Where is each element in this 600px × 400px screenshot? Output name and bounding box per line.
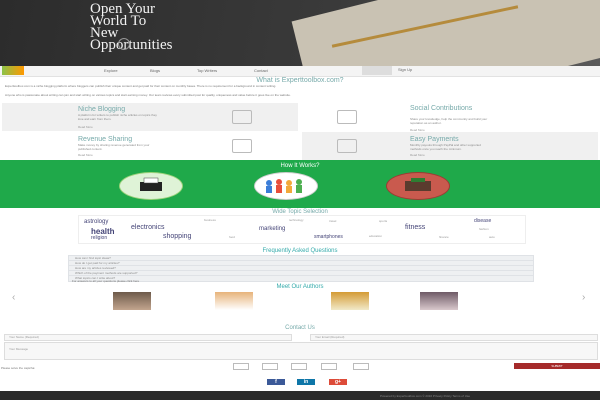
captcha-label: Please solve the captcha: <box>1 366 36 370</box>
step-earn-illustration <box>386 172 450 200</box>
feature-desc-payments: Monthly payouts through PayPal and other… <box>410 143 481 151</box>
login-box[interactable] <box>362 66 392 75</box>
feature-title-payments: Easy Payments <box>410 136 459 143</box>
tag-auto[interactable]: auto <box>489 235 495 239</box>
typewriter-icon <box>140 177 162 191</box>
tag-technology[interactable]: technology <box>289 218 304 222</box>
tag-disease[interactable]: disease <box>474 218 491 224</box>
email-placeholder: Your Email (Required) <box>315 335 345 339</box>
footer <box>0 391 600 400</box>
signup-link[interactable]: Sign Up <box>398 67 412 72</box>
tag-business[interactable]: business <box>204 218 216 222</box>
feature-title-niche: Niche Blogging <box>78 106 126 113</box>
facebook-icon[interactable]: f <box>267 379 285 385</box>
name-field[interactable]: Your Name (Required) <box>4 334 292 341</box>
faq-title: Frequently Asked Questions <box>262 248 338 254</box>
nav-item-explore[interactable]: Explore <box>104 68 118 73</box>
about-paragraph-2: Anyone who is passionate about writing c… <box>5 93 291 97</box>
about-title: What is Experttoolbox.com? <box>256 77 344 84</box>
navbar <box>0 66 600 77</box>
email-field[interactable]: Your Email (Required) <box>310 334 598 341</box>
feature-desc-social: Share your knowledge, help the community… <box>410 117 488 125</box>
tag-electronics[interactable]: electronics <box>131 224 164 231</box>
captcha-input[interactable] <box>233 363 249 370</box>
linkedin-icon[interactable]: in <box>297 379 315 385</box>
payment-icon <box>337 139 357 153</box>
captcha-input[interactable] <box>262 363 278 370</box>
chevron-left-icon[interactable]: ‹ <box>12 292 15 303</box>
tag-fitness[interactable]: fitness <box>405 224 425 231</box>
read-more-social[interactable]: Read More <box>410 128 425 132</box>
feature-desc-revenue: Make money by sharing revenue generated … <box>78 143 150 151</box>
tag-fashion[interactable]: fashion <box>479 227 489 231</box>
read-more-payments[interactable]: Read More <box>410 153 425 157</box>
read-more-revenue[interactable]: Read More <box>78 153 93 157</box>
author-avatar[interactable] <box>420 292 458 310</box>
step-write-illustration <box>119 172 183 200</box>
contact-title: Contact Us <box>285 325 315 331</box>
captcha-input[interactable] <box>353 363 369 370</box>
topic-tag-cloud: astrology electronics health marketing f… <box>78 215 526 244</box>
people-icon <box>266 179 302 193</box>
tag-marketing[interactable]: marketing <box>259 226 285 232</box>
tag-smartphones[interactable]: smartphones <box>314 234 343 240</box>
author-avatar[interactable] <box>215 292 253 310</box>
how-it-works-title: How It Works? <box>280 163 320 169</box>
tag-astrology[interactable]: astrology <box>84 219 108 225</box>
submit-button[interactable]: SUBMIT <box>514 363 600 369</box>
hero-circle-button[interactable] <box>118 38 130 50</box>
captcha-input[interactable] <box>321 363 337 370</box>
tag-shopping[interactable]: shopping <box>163 233 191 240</box>
message-placeholder: Your Message <box>9 347 29 351</box>
nav-item-contact[interactable]: Contact <box>254 68 268 73</box>
faq-more-link[interactable]: For answers to all your questions please… <box>72 279 139 283</box>
googleplus-icon[interactable]: g+ <box>329 379 347 385</box>
captcha-input[interactable] <box>291 363 307 370</box>
author-avatar[interactable] <box>331 292 369 310</box>
read-more-niche[interactable]: Read More <box>78 125 93 129</box>
share-icon <box>337 110 357 124</box>
message-field[interactable]: Your Message <box>4 342 598 360</box>
nav-item-top-writers[interactable]: Top Writers <box>197 68 217 73</box>
tag-religion[interactable]: religion <box>91 235 107 241</box>
tag-sports[interactable]: sports <box>379 219 387 223</box>
cash-register-icon <box>405 178 431 191</box>
feature-title-revenue: Revenue Sharing <box>78 136 133 143</box>
about-paragraph-1: Experttoolbox.com is a niche blogging pl… <box>5 84 277 88</box>
author-avatar[interactable] <box>113 292 151 310</box>
laptop-icon <box>232 110 252 124</box>
feature-desc-niche: A platform for writers to publish niche … <box>78 113 157 121</box>
nav-item-blogs[interactable]: Blogs <box>150 68 160 73</box>
site-logo[interactable] <box>2 66 24 75</box>
feature-title-social: Social Contributions <box>410 105 473 112</box>
notepad-image <box>291 0 600 66</box>
authors-title: Meet Our Authors <box>276 284 324 290</box>
chevron-right-icon[interactable]: › <box>582 292 585 303</box>
tag-education[interactable]: education <box>369 234 382 238</box>
step-community-illustration <box>254 172 318 200</box>
tag-travel[interactable]: travel <box>329 219 336 223</box>
name-placeholder: Your Name (Required) <box>9 335 39 339</box>
tag-finance[interactable]: finance <box>439 235 449 239</box>
footer-text: Powered by Experttoolbox.com © 2016 Priv… <box>380 394 471 398</box>
tag-food[interactable]: food <box>229 235 235 239</box>
money-icon <box>232 139 252 153</box>
